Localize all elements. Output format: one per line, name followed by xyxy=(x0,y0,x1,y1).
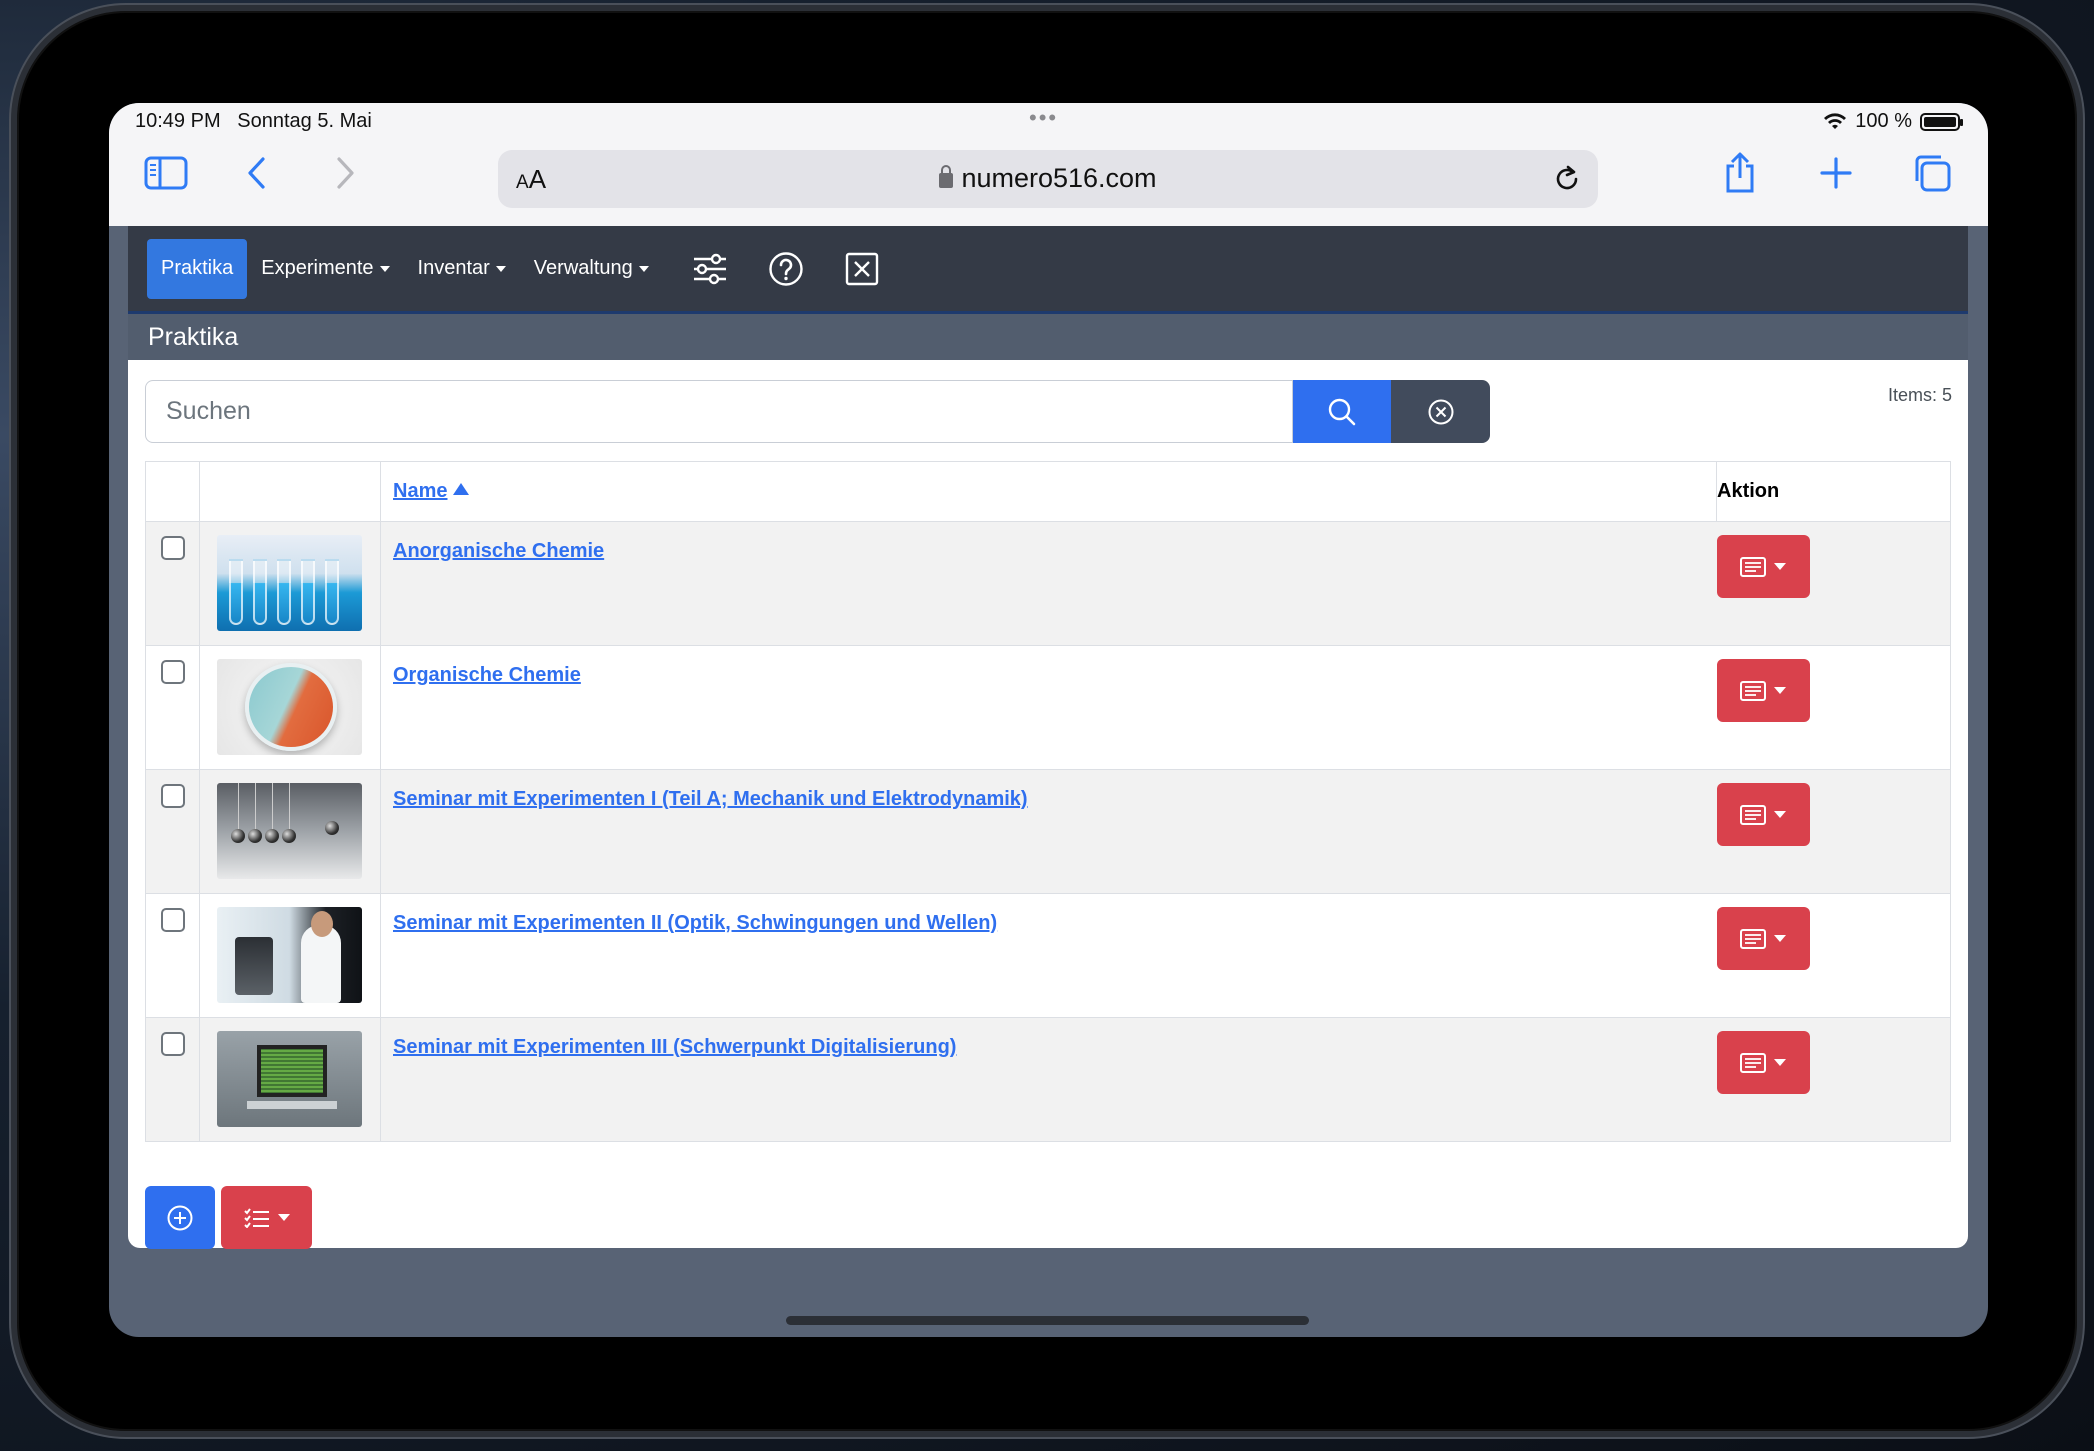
thumbnail-microscope-scientist xyxy=(217,907,362,1003)
table-footer-actions xyxy=(145,1186,312,1249)
list-alt-icon xyxy=(1740,556,1766,577)
caret-down-icon xyxy=(495,265,506,272)
sliders-icon[interactable] xyxy=(681,239,739,299)
caret-down-icon xyxy=(277,1214,290,1221)
thumbnail-petri-dish xyxy=(217,659,362,755)
thumbnail-newtons-cradle xyxy=(217,783,362,879)
forward-icon[interactable] xyxy=(322,151,368,195)
table-row: Organische Chemie xyxy=(145,645,1951,770)
thumbnail-test-tubes xyxy=(217,535,362,631)
bulk-actions-button[interactable] xyxy=(221,1186,312,1249)
row-name-link[interactable]: Seminar mit Experimenten II (Optik, Schw… xyxy=(393,912,997,934)
tablet-screen: 10:49 PM Sonntag 5. Mai ••• 100 % AA num… xyxy=(109,103,1988,1337)
caret-down-icon xyxy=(1774,935,1786,942)
wifi-icon xyxy=(1824,112,1847,129)
thumbnail-lab-laptop xyxy=(217,1031,362,1127)
share-icon[interactable] xyxy=(1717,151,1763,195)
caret-down-icon xyxy=(1774,563,1786,570)
status-right: 100 % xyxy=(1823,110,1963,133)
reload-icon[interactable] xyxy=(1552,164,1582,199)
content-panel: Suchen Items: 5 Name Aktion Anorganische… xyxy=(128,360,1968,1249)
row-checkbox[interactable] xyxy=(160,784,185,808)
nav-item-praktika[interactable]: Praktika xyxy=(147,238,248,299)
plus-circle-icon xyxy=(167,1205,193,1230)
table-row: Seminar mit Experimenten II (Optik, Schw… xyxy=(145,893,1951,1018)
search-icon xyxy=(1328,398,1356,425)
search-group: Suchen xyxy=(145,380,1490,443)
browser-chrome: 10:49 PM Sonntag 5. Mai ••• 100 % AA num… xyxy=(109,103,1988,226)
nav-item-verwaltung[interactable]: Verwaltung xyxy=(520,239,663,299)
status-time: 10:49 PM Sonntag 5. Mai xyxy=(135,110,372,132)
web-content: Praktika Experimente Inventar Verwaltung… xyxy=(128,226,1968,1251)
help-circle-icon[interactable] xyxy=(757,239,815,299)
list-alt-icon xyxy=(1740,1052,1766,1073)
caret-down-icon xyxy=(379,265,390,272)
close-square-icon[interactable] xyxy=(833,239,891,299)
back-icon[interactable] xyxy=(234,151,280,195)
row-checkbox[interactable] xyxy=(160,536,185,560)
row-name-link[interactable]: Seminar mit Experimenten I (Teil A; Mech… xyxy=(393,788,1028,810)
battery-percent: 100 % xyxy=(1855,110,1912,132)
nav-item-experimente[interactable]: Experimente xyxy=(247,239,403,299)
list-alt-icon xyxy=(1740,680,1766,701)
multitasking-dots-icon[interactable]: ••• xyxy=(1029,105,1058,131)
clear-search-button[interactable] xyxy=(1391,380,1490,443)
row-checkbox[interactable] xyxy=(160,660,185,684)
lock-icon xyxy=(939,165,954,188)
caret-down-icon xyxy=(1774,687,1786,694)
header-action: Aktion xyxy=(1716,461,1951,522)
sort-by-name-link[interactable]: Name xyxy=(393,480,470,502)
praktika-table: Name Aktion Anorganische Chemie Organisc… xyxy=(145,461,1951,1142)
row-action-button[interactable] xyxy=(1716,535,1810,598)
caret-down-icon xyxy=(638,265,649,272)
search-input[interactable]: Suchen xyxy=(145,380,1293,443)
row-action-button[interactable] xyxy=(1716,783,1810,846)
row-action-button[interactable] xyxy=(1716,1031,1810,1094)
address-bar[interactable]: AA numero516.com xyxy=(498,150,1598,208)
checklist-icon xyxy=(243,1207,269,1228)
caret-down-icon xyxy=(1774,811,1786,818)
sidebar-toggle-icon[interactable] xyxy=(143,151,189,195)
battery-icon xyxy=(1920,112,1963,131)
search-button[interactable] xyxy=(1293,380,1391,443)
list-alt-icon xyxy=(1740,928,1766,949)
add-button[interactable] xyxy=(145,1186,215,1249)
sort-ascending-icon xyxy=(453,483,470,495)
row-action-button[interactable] xyxy=(1716,659,1810,722)
row-checkbox[interactable] xyxy=(160,908,185,932)
list-alt-icon xyxy=(1740,804,1766,825)
items-count: Items: 5 xyxy=(1887,385,1952,405)
table-row: Seminar mit Experimenten III (Schwerpunk… xyxy=(145,1017,1951,1142)
row-name-link[interactable]: Organische Chemie xyxy=(393,664,581,686)
row-checkbox[interactable] xyxy=(160,1032,185,1056)
header-thumbnail xyxy=(199,461,381,522)
header-select xyxy=(145,461,200,522)
new-tab-icon[interactable] xyxy=(1813,151,1859,195)
row-action-button[interactable] xyxy=(1716,907,1810,970)
caret-down-icon xyxy=(1774,1059,1786,1066)
table-row: Seminar mit Experimenten I (Teil A; Mech… xyxy=(145,769,1951,894)
header-name: Name xyxy=(380,461,1717,522)
home-indicator[interactable] xyxy=(786,1316,1309,1325)
nav-item-inventar[interactable]: Inventar xyxy=(404,239,520,299)
top-navbar: Praktika Experimente Inventar Verwaltung xyxy=(128,226,1968,314)
row-name-link[interactable]: Seminar mit Experimenten III (Schwerpunk… xyxy=(393,1036,956,1058)
url-text: numero516.com xyxy=(498,163,1598,194)
page-title: Praktika xyxy=(128,314,1968,360)
tabs-overview-icon[interactable] xyxy=(1909,151,1955,195)
row-name-link[interactable]: Anorganische Chemie xyxy=(393,540,604,562)
clear-circle-icon xyxy=(1428,399,1453,424)
table-row: Anorganische Chemie xyxy=(145,521,1951,646)
